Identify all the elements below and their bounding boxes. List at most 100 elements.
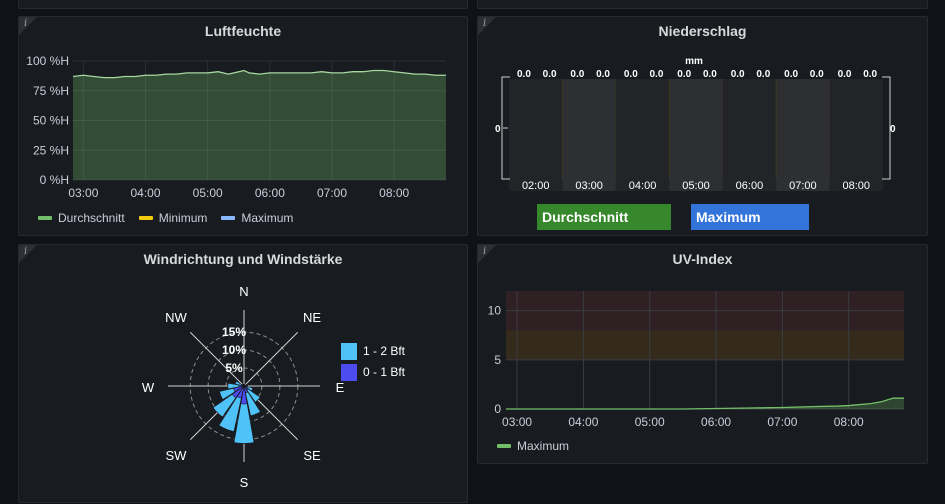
humidity-chart: 0 %H 25 %H 50 %H 75 %H 100 %H 03:00 04:00 05:00… <box>19 17 469 207</box>
threshold-band <box>506 330 904 360</box>
wind-rose-chart: 5% 10% 15% N NE E SE S SW W NW 1 - 2 Bft 0 - 1 Bft <box>19 245 469 504</box>
direction-label: S <box>240 475 249 490</box>
legend-swatch <box>221 216 235 220</box>
x-tick-label: 08:00 <box>834 415 864 429</box>
bar-value-label: 0.0 <box>838 69 852 80</box>
bar-value-label: 0.0 <box>596 69 610 80</box>
y-right-label: 0 <box>890 124 896 135</box>
bar-category-label: 06:00 <box>736 180 764 192</box>
legend-swatch <box>341 343 357 360</box>
bar-value-label: 0.0 <box>731 69 745 80</box>
radial-tick-label: 15% <box>222 325 246 339</box>
bar-value-label: 0.0 <box>863 69 877 80</box>
y-left-label: 0 <box>495 124 501 135</box>
bar-category-label: 04:00 <box>629 180 657 192</box>
bar-value-label: 0.0 <box>517 69 531 80</box>
legend-swatch <box>341 364 357 381</box>
radial-tick-label: 5% <box>225 361 243 375</box>
y-tick-label: 5 <box>494 353 501 367</box>
legend-maximum-block[interactable]: Maximum <box>691 204 809 230</box>
bar-value-label: 0.0 <box>784 69 798 80</box>
direction-label: NE <box>303 310 321 325</box>
legend-label: Maximum <box>517 439 569 453</box>
uv-chart: 0 5 10 03:00 04:00 05:00 06:00 07:00 08:00 <box>478 245 929 435</box>
direction-label: SE <box>303 448 321 463</box>
x-tick-label: 03:00 <box>502 415 532 429</box>
x-tick-label: 07:00 <box>317 186 347 200</box>
uv-area <box>506 398 904 409</box>
direction-label: W <box>142 380 155 395</box>
y-tick-label: 75 %H <box>33 84 69 98</box>
bar-value-label: 0.0 <box>810 69 824 80</box>
panel-uv-index: i UV-Index 051003:0004:0005:0006:0007:00… <box>477 244 928 464</box>
bar-value-label: 0.0 <box>703 69 717 80</box>
bar-slot <box>616 79 669 179</box>
legend-durchschnitt-block[interactable]: Durchschnitt <box>537 204 671 230</box>
x-tick-label: 07:00 <box>767 415 797 429</box>
direction-label: SW <box>166 448 188 463</box>
legend-item-durchschnitt[interactable]: Durchschnitt <box>38 211 125 225</box>
bar-category-label: 07:00 <box>789 180 817 192</box>
humidity-legend: Durchschnitt Minimum Maximum <box>38 211 293 225</box>
legend-label: Maximum <box>241 211 293 225</box>
bar-category-label: 08:00 <box>843 180 871 192</box>
bar-slot <box>509 79 562 179</box>
bar-value-label: 0.0 <box>570 69 584 80</box>
y-tick-label: 50 %H <box>33 114 69 128</box>
legend-label: Durchschnitt <box>542 209 628 225</box>
precipitation-chart: mm 02:00 0.0 0.0 03:00 0.0 0.0 04:00 0.0 0.0 05:00… <box>478 17 929 197</box>
bar-slot <box>562 79 615 179</box>
x-tick-label: 08:00 <box>379 186 409 200</box>
legend-item-minimum[interactable]: Minimum <box>139 211 208 225</box>
legend-swatch <box>38 216 52 220</box>
humidity-area <box>73 71 446 180</box>
bar-value-label: 0.0 <box>677 69 691 80</box>
y-tick-label: 0 %H <box>40 173 69 187</box>
y-tick-label: 10 <box>488 304 502 318</box>
bar-slot <box>669 79 722 179</box>
legend-label: Durchschnitt <box>58 211 125 225</box>
right-axis <box>882 77 890 179</box>
direction-label: E <box>336 380 345 395</box>
x-tick-label: 03:00 <box>68 186 98 200</box>
legend-label: Maximum <box>696 209 761 225</box>
legend-label: 0 - 1 Bft <box>363 365 406 379</box>
direction-axis <box>244 332 298 386</box>
bar-value-label: 0.0 <box>624 69 638 80</box>
y-tick-label: 100 %H <box>26 54 69 68</box>
bar-category-label: 02:00 <box>522 180 550 192</box>
legend-label: Minimum <box>159 211 208 225</box>
bar-slot <box>776 79 829 179</box>
unit-label: mm <box>685 56 703 67</box>
bar-category-label: 03:00 <box>575 180 603 192</box>
x-tick-label: 04:00 <box>131 186 161 200</box>
panel-windrichtung: i Windrichtung und Windstärke 5%10%15%NN… <box>18 244 468 503</box>
top-left-panel-stub <box>18 0 468 9</box>
panel-niederschlag: i Niederschlag mm02:000.00.003:000.00.00… <box>477 16 928 236</box>
y-tick-label: 25 %H <box>33 143 69 157</box>
direction-label: N <box>239 284 248 299</box>
x-tick-label: 05:00 <box>635 415 665 429</box>
legend-swatch <box>497 444 511 448</box>
x-tick-label: 06:00 <box>255 186 285 200</box>
x-tick-label: 06:00 <box>701 415 731 429</box>
legend-swatch <box>139 216 153 220</box>
panel-luftfeuchte: i Luftfeuchte 0 %H25 %H50 %H75 %H100 %H0… <box>18 16 468 236</box>
bar-slot <box>723 79 776 179</box>
y-tick-label: 0 <box>494 402 501 416</box>
bar-value-label: 0.0 <box>756 69 770 80</box>
radial-tick-label: 10% <box>222 343 246 357</box>
bar-value-label: 0.0 <box>650 69 664 80</box>
legend-item-maximum[interactable]: Maximum <box>497 439 569 453</box>
x-tick-label: 05:00 <box>193 186 223 200</box>
top-right-panel-stub <box>477 0 928 9</box>
bar-value-label: 0.0 <box>543 69 557 80</box>
legend-item-maximum[interactable]: Maximum <box>221 211 293 225</box>
uv-legend: Maximum <box>497 439 569 453</box>
bar-category-label: 05:00 <box>682 180 710 192</box>
direction-axis <box>190 332 244 386</box>
direction-label: NW <box>165 310 187 325</box>
bar-slot <box>830 79 883 179</box>
x-tick-label: 04:00 <box>568 415 598 429</box>
legend-label: 1 - 2 Bft <box>363 344 406 358</box>
